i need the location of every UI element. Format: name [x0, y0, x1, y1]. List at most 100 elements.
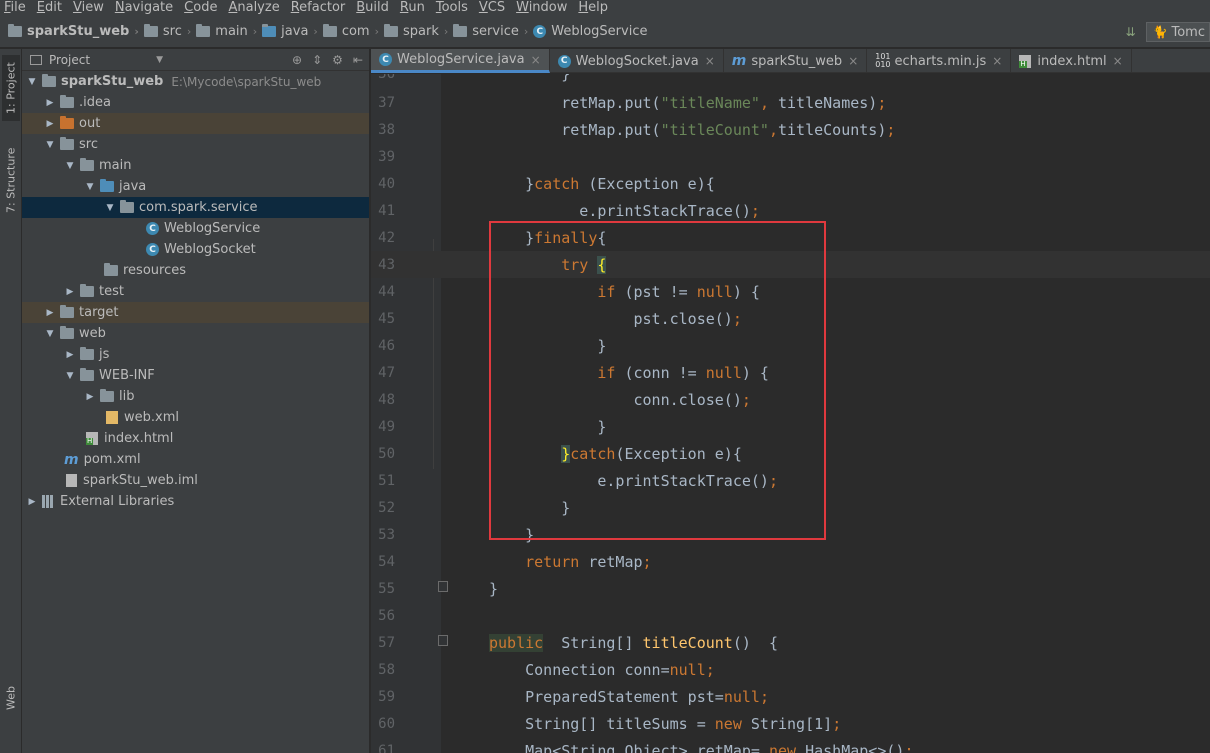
menu-help[interactable]: Help	[578, 1, 608, 15]
menu-file[interactable]: File	[4, 1, 26, 15]
dropdown-icon[interactable]: ▼	[156, 55, 163, 65]
line-number: 49	[378, 418, 395, 435]
tree-item-idea[interactable]: ▶ .idea	[22, 92, 369, 113]
hide-icon[interactable]: ⇤	[353, 53, 363, 67]
expanded-arrow-icon[interactable]: ▼	[104, 203, 116, 213]
close-icon[interactable]: ×	[1113, 54, 1123, 68]
fold-icon[interactable]	[438, 581, 448, 592]
close-icon[interactable]: ×	[848, 54, 858, 68]
fold-icon[interactable]	[438, 635, 448, 646]
breadcrumb-weblogservice[interactable]: C WeblogService	[533, 24, 647, 39]
file-icon	[66, 474, 77, 487]
project-panel-title[interactable]: Project	[49, 53, 90, 67]
tab-weblogsocket-java[interactable]: C WeblogSocket.java ×	[550, 49, 724, 73]
close-icon[interactable]: ×	[992, 54, 1002, 68]
collapsed-arrow-icon[interactable]: ▶	[84, 392, 96, 402]
tree-item-web[interactable]: ▼ web	[22, 323, 369, 344]
code-line: 60 String[] titleSums = new String[1];	[371, 710, 1210, 737]
collapsed-arrow-icon[interactable]: ▶	[44, 119, 56, 129]
tree-item-index-html[interactable]: index.html	[22, 428, 369, 449]
close-icon[interactable]: ×	[531, 53, 541, 67]
tab-echarts-min-js[interactable]: 101 010 echarts.min.js ×	[867, 49, 1012, 73]
menu-run[interactable]: Run	[400, 1, 425, 15]
menu-window[interactable]: Window	[516, 1, 567, 15]
maven-icon: m	[64, 451, 79, 468]
tree-item-target[interactable]: ▶ target	[22, 302, 369, 323]
tab-weblogservice-java[interactable]: C WeblogService.java ×	[371, 49, 550, 73]
collapsed-arrow-icon[interactable]: ▶	[64, 287, 76, 297]
menu-code[interactable]: Code	[184, 1, 217, 15]
tree-item-js[interactable]: ▶ js	[22, 344, 369, 365]
tree-item-com-spark-service[interactable]: ▼ com.spark.service	[22, 197, 369, 218]
tree-item-sparkstu-web[interactable]: ▼ sparkStu_web E:\Mycode\sparkStu_web	[22, 71, 369, 92]
breadcrumb-label: com	[341, 24, 370, 39]
menu-vcs[interactable]: VCS	[479, 1, 505, 15]
tab-structure[interactable]: 7: Structure	[2, 141, 20, 219]
menu-tools[interactable]: Tools	[436, 1, 468, 15]
menu-view[interactable]: View	[73, 1, 104, 15]
build-icon[interactable]: ⇊	[1125, 25, 1135, 39]
menu-analyze[interactable]: Analyze	[228, 1, 279, 15]
menu-edit[interactable]: Edit	[37, 1, 62, 15]
folder-icon	[80, 368, 94, 381]
locate-icon[interactable]: ⊕	[292, 53, 302, 67]
line-number: 58	[378, 661, 395, 678]
code-line: 37 retMap.put("titleName", titleNames);	[371, 89, 1210, 116]
tab-sparkstu-web[interactable]: m sparkStu_web ×	[724, 49, 868, 73]
collapsed-arrow-icon[interactable]: ▶	[64, 350, 76, 360]
collapsed-arrow-icon[interactable]: ▶	[44, 308, 56, 318]
project-panel: Project ▼ ⊕ ⇕ ⚙ ⇤ ▼ sparkStu_web E:\Myco…	[22, 49, 370, 753]
line-number: 51	[378, 472, 395, 489]
tree-item-test[interactable]: ▶ test	[22, 281, 369, 302]
collapsed-arrow-icon[interactable]: ▶	[44, 98, 56, 108]
tree-item-weblogsocket[interactable]: C WeblogSocket	[22, 239, 369, 260]
code-line: 58 Connection conn=null;	[371, 656, 1210, 683]
breadcrumb-src[interactable]: src ›	[143, 24, 196, 39]
tree-item-src[interactable]: ▼ src	[22, 134, 369, 155]
breadcrumb-java[interactable]: java ›	[262, 24, 323, 39]
tree-item-lib[interactable]: ▶ lib	[22, 386, 369, 407]
tree-item-main[interactable]: ▼ main	[22, 155, 369, 176]
expanded-arrow-icon[interactable]: ▼	[44, 140, 56, 150]
menu-build[interactable]: Build	[356, 1, 389, 15]
close-icon[interactable]: ×	[705, 54, 715, 68]
menu-refactor[interactable]: Refactor	[291, 1, 346, 15]
breadcrumb-service[interactable]: service ›	[453, 24, 533, 39]
run-config-selector[interactable]: 🐈 Tomc	[1145, 22, 1210, 42]
tree-item-iml[interactable]: sparkStu_web.iml	[22, 470, 369, 491]
tab-index-html[interactable]: index.html ×	[1011, 49, 1132, 73]
tab-project[interactable]: 1: Project	[2, 55, 20, 121]
line-number: 36	[371, 74, 395, 82]
collapsed-arrow-icon[interactable]: ▶	[26, 497, 38, 507]
tree-item-label: External Libraries	[60, 494, 175, 509]
menu-navigate[interactable]: Navigate	[115, 1, 173, 15]
line-number: 44	[378, 283, 395, 300]
tree-item-java[interactable]: ▼ java	[22, 176, 369, 197]
tree-item-external-libraries[interactable]: ▶ External Libraries	[22, 491, 369, 512]
tree-item-web-xml[interactable]: web.xml	[22, 407, 369, 428]
tree-item-resources[interactable]: resources	[22, 260, 369, 281]
tree-item-out[interactable]: ▶ out	[22, 113, 369, 134]
tree-item-weblogservice[interactable]: C WeblogService	[22, 218, 369, 239]
expanded-arrow-icon[interactable]: ▼	[26, 77, 38, 87]
tab-web[interactable]: Web	[2, 675, 20, 721]
folder-icon	[100, 389, 114, 402]
line-number: 53	[378, 526, 395, 543]
tree-item-web-inf[interactable]: ▼ WEB-INF	[22, 365, 369, 386]
code-editor[interactable]: 36 } 37 retMap.put("titleName", titleNam…	[371, 74, 1210, 753]
breadcrumb-spark[interactable]: spark ›	[384, 24, 453, 39]
breadcrumb-project[interactable]: sparkStu_web ›	[8, 24, 144, 39]
code-line: 39	[371, 143, 1210, 170]
tree-item-pom-xml[interactable]: m pom.xml	[22, 449, 369, 470]
expanded-arrow-icon[interactable]: ▼	[64, 371, 76, 381]
expanded-arrow-icon[interactable]: ▼	[64, 161, 76, 171]
gear-icon[interactable]: ⚙	[332, 53, 343, 67]
collapse-all-icon[interactable]: ⇕	[312, 53, 322, 67]
breadcrumb-com[interactable]: com ›	[322, 24, 384, 39]
breadcrumb-main[interactable]: main ›	[196, 24, 262, 39]
class-icon: C	[146, 243, 159, 256]
tab-structure-label: 7: Structure	[4, 147, 18, 213]
code-text: e.printStackTrace();	[489, 201, 760, 220]
expanded-arrow-icon[interactable]: ▼	[44, 329, 56, 339]
expanded-arrow-icon[interactable]: ▼	[84, 182, 96, 192]
